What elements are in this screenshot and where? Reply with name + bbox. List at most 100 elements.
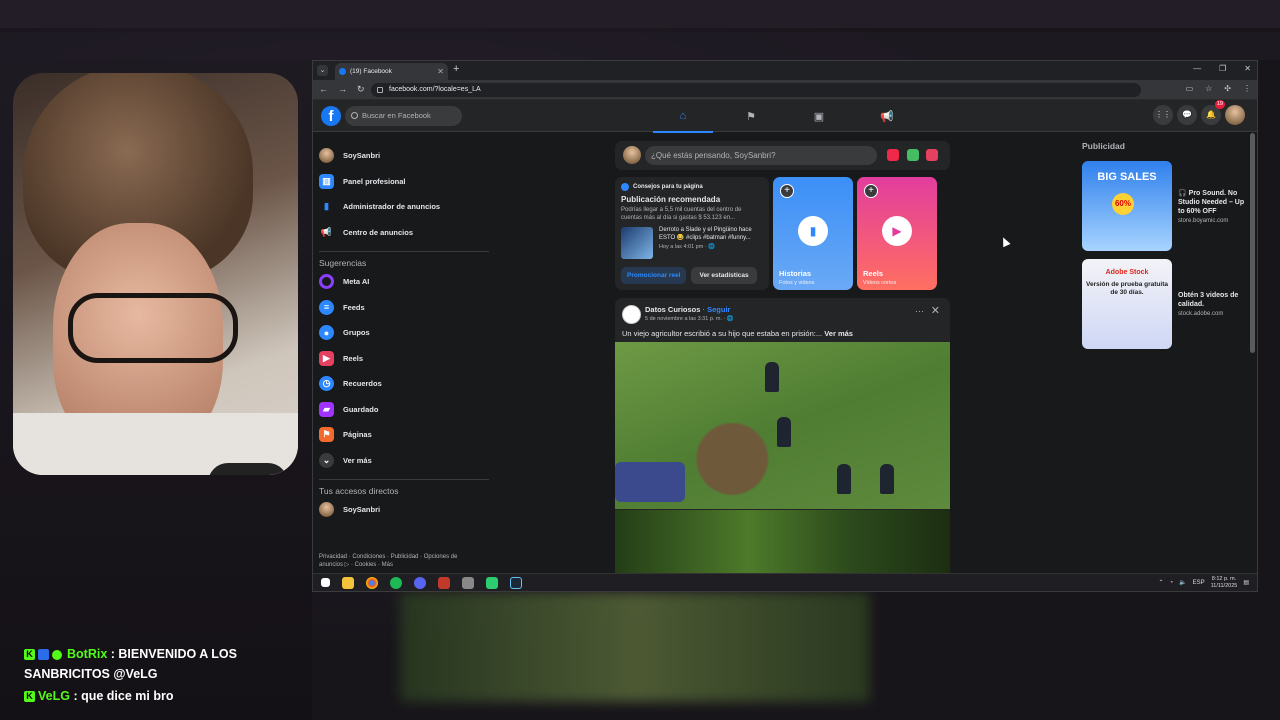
bookmark-star-icon[interactable]: ☆ [1205,84,1212,93]
promote-reel-button[interactable]: Promocionar reel [621,267,687,284]
forward-icon[interactable]: → [338,84,347,95]
page-tips-card: Consejos para tu página Publicación reco… [615,177,769,290]
photo-icon[interactable] [907,149,919,161]
right-sidebar: Publicidad BIG SALES 60% 🎧 Pro Sound. No… [1082,141,1247,357]
new-tab-button[interactable]: + [453,63,459,75]
follow-link[interactable]: · Seguir [703,305,731,314]
live-video-icon[interactable] [887,149,899,161]
tab-video[interactable]: ▣ [785,100,853,132]
stories-icon: ▮ [798,216,828,246]
chrome-icon[interactable] [366,577,378,589]
story-title: Reels [863,269,884,278]
maximize-icon[interactable]: ❐ [1219,64,1226,73]
clock[interactable]: 8:12 p. m. 11/11/2025 [1211,576,1238,589]
messenger-button[interactable]: 💬 [1177,105,1197,125]
facebook-content: SoySanbri ▥ Panel profesional ▮ Administra… [313,133,1257,575]
minimize-icon[interactable]: — [1193,64,1201,73]
close-window-icon[interactable]: ✕ [1244,64,1251,73]
chrome-active-icon[interactable] [462,577,474,589]
view-stats-button[interactable]: Ver estadísticas [691,267,757,284]
post-image[interactable] [615,342,950,509]
reel-icon[interactable] [926,149,938,161]
chevron-up-icon[interactable]: ⌃ [1158,579,1163,586]
close-icon[interactable]: ✕ [931,304,940,317]
profile-button[interactable] [1225,105,1245,125]
cast-icon[interactable]: ▭ [1186,84,1194,93]
add-icon[interactable]: + [780,184,794,198]
sidebar-item-panel[interactable]: ▥ Panel profesional [319,169,489,195]
facebook-logo-icon[interactable]: f [321,106,341,126]
shield-icon [621,183,629,191]
sidebar-item-reels[interactable]: ▶ Reels [319,346,489,372]
footer-links[interactable]: Privacidad · Condiciones · Publicidad · … [319,553,479,569]
post-author: Datos Curiosos · Seguir [645,305,730,314]
more-options-icon[interactable]: ··· [915,306,924,316]
obs-icon[interactable] [486,577,498,589]
background-blurred-image [400,592,870,702]
stories-card[interactable]: + ▮ Historias Fotos y videos [773,177,853,290]
notifications-button[interactable]: 🔔 19 [1201,100,1225,125]
sidebar-item-meta-ai[interactable]: Meta AI [319,269,489,295]
reels-card[interactable]: + ▶ Reels Videos cortos [857,177,937,290]
extensions-icon[interactable]: ✣ [1224,84,1231,93]
suggestions-heading: Sugerencias [319,251,489,269]
discord-icon[interactable] [414,577,426,589]
steam-icon[interactable] [510,577,522,589]
scrollbar[interactable] [1250,133,1255,353]
sidebar-item-pages[interactable]: ⚑ Páginas [319,422,489,448]
composer-input[interactable]: ¿Qué estás pensando, SoySanbri? [645,146,877,165]
see-more-link[interactable]: Ver más [824,329,853,338]
ad-image: BIG SALES 60% [1082,161,1172,251]
add-icon[interactable]: + [864,184,878,198]
bar-chart-icon: ▮ [324,201,329,212]
tab-ads[interactable]: 📢 [853,100,921,132]
app-icon[interactable] [438,577,450,589]
tab-pages[interactable]: ⚑ [717,100,785,132]
menu-icon[interactable]: ⋮ [1243,84,1251,93]
story-subtitle: Videos cortos [863,280,897,286]
browser-tab[interactable]: (19) Facebook ✕ [335,63,448,80]
window-controls: — ❐ ✕ [1193,64,1251,73]
ad-item[interactable]: BIG SALES 60% 🎧 Pro Sound. No Studio Nee… [1082,161,1247,251]
url-field[interactable]: facebook.com/?locale=es_LA [371,83,1141,97]
ad-item[interactable]: Adobe Stock Versión de prueba gratuita d… [1082,259,1247,349]
page-avatar[interactable] [622,305,641,324]
sidebar-item-groups[interactable]: ● Grupos [319,320,489,346]
search-input[interactable]: Buscar en Facebook [345,106,462,126]
menu-grid-button[interactable]: ⋮⋮ [1153,105,1173,125]
tab-bar: ⌄ (19) Facebook ✕ + — ❐ ✕ [313,61,1257,80]
sidebar-item-saved[interactable]: ▰ Guardado [319,397,489,423]
notification-badge: 19 [1214,100,1225,109]
sidebar-item-ads-manager[interactable]: ▮ Administrador de anuncios [319,194,489,220]
blue-tarp [615,462,685,502]
sidebar-item-ad-center[interactable]: 📢 Centro de anuncios [319,220,489,246]
reload-icon[interactable]: ↻ [357,84,365,95]
post-time: 5 de noviembre a las 3:31 p. m. · 🌐 [645,316,734,322]
sidebar-item-see-more[interactable]: ⌄ Ver más [319,448,489,474]
spotify-icon[interactable] [390,577,402,589]
file-explorer-icon[interactable] [342,577,354,589]
chat-message: K BotRix : BIENVENIDO A LOS SANBRICITOS @… [24,644,304,684]
sidebar-item-label: Reels [343,353,364,363]
recommended-post[interactable]: Derroto a Slade y el Pingüino hace ESTO … [621,227,763,259]
post-author-name[interactable]: Datos Curiosos [645,305,700,314]
language-indicator[interactable]: ESP [1193,580,1205,586]
post-image-second[interactable] [615,510,950,575]
tab-home[interactable]: ⌂ [649,100,717,133]
notification-center-icon[interactable]: ▤ [1243,579,1249,586]
sidebar-item-memories[interactable]: ◷ Recuerdos [319,371,489,397]
wifi-icon[interactable]: ◔ [1169,580,1173,586]
sidebar-item-shortcut[interactable]: SoySanbri [319,497,489,523]
sidebar-item-label: SoySanbri [343,505,381,515]
windows-start-icon[interactable] [321,578,330,587]
volume-icon[interactable]: 🔈 [1179,579,1186,586]
person-figure [765,362,779,392]
story-subtitle: Fotos y videos [779,280,815,286]
tab-search-button[interactable]: ⌄ [317,65,328,76]
sidebar-item-feeds[interactable]: ≡ Feeds [319,295,489,321]
sidebar-item-label: Centro de anuncios [343,227,414,237]
sidebar-item-profile[interactable]: SoySanbri [319,143,489,169]
back-icon[interactable]: ← [319,84,328,95]
site-info-icon[interactable] [377,87,383,93]
close-tab-icon[interactable]: ✕ [437,67,444,76]
